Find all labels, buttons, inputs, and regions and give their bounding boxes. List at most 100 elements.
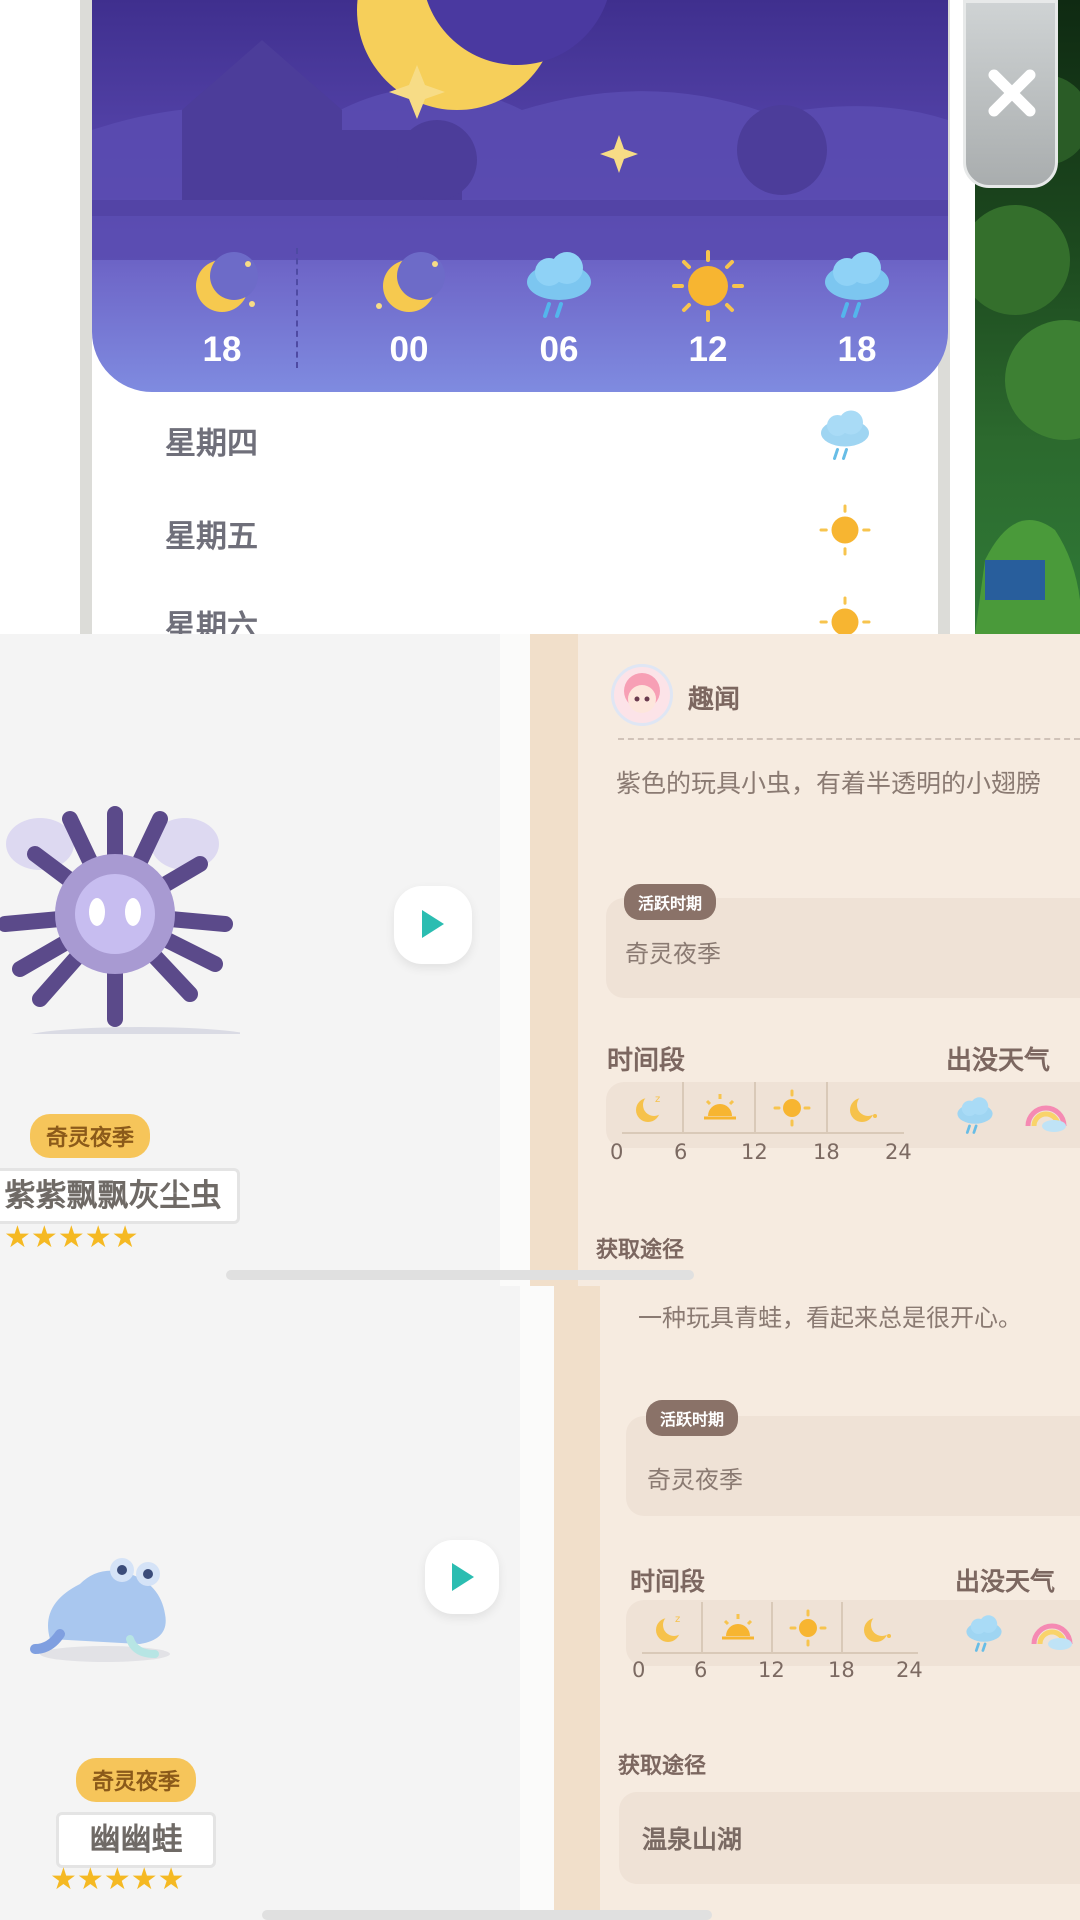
divider — [754, 1082, 756, 1134]
time-tick: 24 — [896, 1658, 923, 1682]
divider — [682, 1082, 684, 1134]
hourly-time: 00 — [389, 330, 429, 369]
star-icon: ★ — [76, 1862, 104, 1897]
star-icon: ★ — [84, 1220, 112, 1255]
time-tick: 0 — [610, 1140, 624, 1164]
star-icon: ★ — [30, 1220, 58, 1255]
weather-label: 出没天气 — [946, 1046, 1051, 1076]
rain-cloud-icon — [489, 246, 629, 326]
season-badge: 奇灵夜季 — [76, 1758, 197, 1802]
sunrise-icon — [700, 1088, 740, 1132]
time-tick: 18 — [813, 1140, 840, 1164]
sun-icon — [788, 1608, 828, 1652]
hourly-item: 06 — [489, 246, 629, 370]
frog-illustration — [30, 1544, 180, 1664]
frog-detail-screenshot: 奇灵夜季 幽幽蛙 ★★★★★ 一种玩具青蛙，看起来总是很开心。 活跃时期 奇灵夜… — [0, 1286, 1080, 1920]
svg-text:z: z — [675, 1614, 680, 1625]
time-label: 时间段 — [630, 1567, 706, 1596]
dust-bug-illustration — [0, 794, 260, 1051]
play-button[interactable] — [394, 886, 472, 964]
sleeping-moon-icon: z — [630, 1088, 670, 1132]
insect-detail-screenshot: 奇灵夜季 紫紫飘飘灰尘虫 ★★★★★ 趣闻 紫色的玩具小虫，有着半透明的小翅膀 … — [0, 634, 1080, 1286]
hourly-item: 00 — [339, 246, 479, 370]
close-button[interactable] — [963, 0, 1058, 188]
time-label: 时间段 — [607, 1046, 686, 1076]
hourly-time: 18 — [202, 330, 242, 369]
sun-icon — [638, 246, 778, 326]
rainbow-icon — [1024, 1096, 1068, 1140]
description: 紫色的玩具小虫，有着半透明的小翅膀 — [616, 769, 1042, 798]
hourly-item: 18 — [152, 246, 292, 370]
timeline-axis — [642, 1652, 918, 1654]
star-icon: ★ — [57, 1220, 85, 1255]
hourly-time: 12 — [688, 330, 728, 369]
time-tick: 18 — [828, 1658, 855, 1682]
page-gutter — [500, 634, 530, 1286]
rain-cloud-icon — [815, 406, 875, 470]
description: 一种玩具青蛙，看起来总是很开心。 — [638, 1304, 1022, 1332]
star-icon: ★ — [103, 1862, 131, 1897]
hourly-item: 18 — [787, 246, 927, 370]
page-gutter — [520, 1286, 554, 1920]
rainbow-icon — [1030, 1614, 1074, 1658]
hourly-time: 06 — [539, 330, 579, 369]
page-binding — [554, 1286, 600, 1920]
acquire-label: 获取途径 — [618, 1754, 707, 1779]
time-tick: 12 — [741, 1140, 768, 1164]
moon-icon — [844, 1088, 884, 1132]
hourly-time: 18 — [837, 330, 877, 369]
weather-hero-banner: 18 00 06 12 18 — [92, 0, 948, 392]
star-icon: ★ — [50, 1862, 77, 1897]
active-period-badge: 活跃时期 — [624, 884, 717, 920]
page-binding — [530, 634, 578, 1286]
daily-day-label: 星期四 — [165, 426, 258, 462]
moon-icon — [152, 246, 292, 326]
active-period-badge: 活跃时期 — [646, 1400, 739, 1436]
divider — [841, 1602, 843, 1654]
weather-label: 出没天气 — [955, 1567, 1056, 1596]
play-button[interactable] — [425, 1540, 499, 1614]
time-tick: 24 — [885, 1140, 912, 1164]
hourly-forecast: 18 00 06 12 18 — [92, 246, 948, 386]
star-icon: ★ — [111, 1220, 139, 1255]
time-tick: 12 — [758, 1658, 785, 1682]
sun-icon — [815, 500, 875, 564]
scrollbar[interactable] — [262, 1910, 712, 1920]
active-period-value: 奇灵夜季 — [647, 1466, 743, 1494]
time-tick: 0 — [632, 1658, 646, 1682]
rain-cloud-icon — [787, 246, 927, 326]
divider — [296, 248, 298, 368]
time-chart: z 0 6 12 18 24 — [610, 1082, 920, 1182]
divider — [618, 738, 1080, 740]
avatar — [611, 664, 673, 726]
creature-name: 幽幽蛙 — [56, 1812, 216, 1868]
sunrise-icon — [718, 1608, 758, 1652]
season-badge: 奇灵夜季 — [30, 1114, 151, 1158]
acquire-label: 获取途径 — [596, 1238, 685, 1263]
divider — [826, 1082, 828, 1134]
play-icon — [422, 910, 444, 938]
sleeping-moon-icon: z — [650, 1608, 690, 1652]
star-icon: ★ — [4, 1220, 31, 1255]
sun-icon — [772, 1088, 812, 1132]
hourly-item: 12 — [638, 246, 778, 370]
daily-day-label: 星期六 — [165, 609, 258, 634]
active-period-value: 奇灵夜季 — [625, 940, 721, 968]
daily-day-label: 星期五 — [165, 519, 258, 555]
timeline-axis — [622, 1132, 904, 1134]
sun-icon — [815, 592, 875, 634]
rain-cloud-icon — [953, 1094, 997, 1142]
divider — [771, 1602, 773, 1654]
divider — [701, 1602, 703, 1654]
close-icon — [984, 65, 1040, 121]
star-icon: ★ — [130, 1862, 158, 1897]
moon-icon — [339, 246, 479, 326]
trivia-title: 趣闻 — [688, 685, 741, 715]
rain-cloud-icon — [962, 1612, 1006, 1660]
time-chart: z 0 6 12 18 24 — [632, 1602, 932, 1702]
time-tick: 6 — [694, 1658, 708, 1682]
star-rating: ★★★★★ — [50, 1862, 185, 1897]
creature-name: 紫紫飘飘灰尘虫 — [0, 1168, 240, 1224]
star-icon: ★ — [157, 1862, 185, 1897]
scrollbar[interactable] — [226, 1270, 694, 1280]
